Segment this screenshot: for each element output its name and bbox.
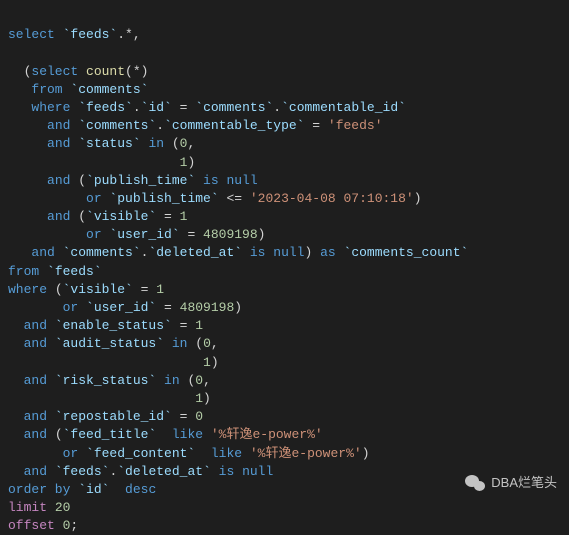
code-line: offset 0; bbox=[8, 518, 78, 533]
code-line: 1) bbox=[8, 355, 219, 370]
code-line: or `user_id` = 4809198) bbox=[8, 300, 242, 315]
code-line: and `status` in (0, bbox=[8, 136, 195, 151]
sql-code-block: select `feeds`.*, (select count(*) from … bbox=[8, 8, 569, 535]
code-line: 1) bbox=[8, 155, 195, 170]
code-line: or `user_id` = 4809198) bbox=[8, 227, 265, 242]
code-line: and `risk_status` in (0, bbox=[8, 373, 211, 388]
code-line: or `feed_content` like '%轩逸e-power%') bbox=[8, 446, 370, 461]
code-line: and `audit_status` in (0, bbox=[8, 336, 219, 351]
code-line: and `enable_status` = 1 bbox=[8, 318, 203, 333]
code-line: select `feeds`.*, bbox=[8, 27, 141, 42]
code-line: where `feeds`.`id` = `comments`.`comment… bbox=[8, 100, 406, 115]
code-line: and `comments`.`deleted_at` is null) as … bbox=[8, 245, 468, 260]
code-line: and `feeds`.`deleted_at` is null bbox=[8, 464, 273, 479]
code-line: limit 20 bbox=[8, 500, 70, 515]
code-line: and (`feed_title` like '%轩逸e-power%' bbox=[8, 427, 323, 442]
code-line: (select count(*) bbox=[8, 64, 148, 79]
code-line: where (`visible` = 1 bbox=[8, 282, 164, 297]
code-line: 1) bbox=[8, 391, 211, 406]
code-line: and (`visible` = 1 bbox=[8, 209, 187, 224]
code-line: and (`publish_time` is null bbox=[8, 173, 258, 188]
code-line: order by `id` desc bbox=[8, 482, 156, 497]
code-line: from `feeds` bbox=[8, 264, 102, 279]
code-line: and `repostable_id` = 0 bbox=[8, 409, 203, 424]
code-line: from `comments` bbox=[8, 82, 148, 97]
watermark: DBA烂笔头 bbox=[465, 474, 557, 492]
code-line: or `publish_time` <= '2023-04-08 07:10:1… bbox=[8, 191, 422, 206]
wechat-icon bbox=[465, 475, 485, 491]
watermark-text: DBA烂笔头 bbox=[491, 474, 557, 492]
code-line: and `comments`.`commentable_type` = 'fee… bbox=[8, 118, 383, 133]
